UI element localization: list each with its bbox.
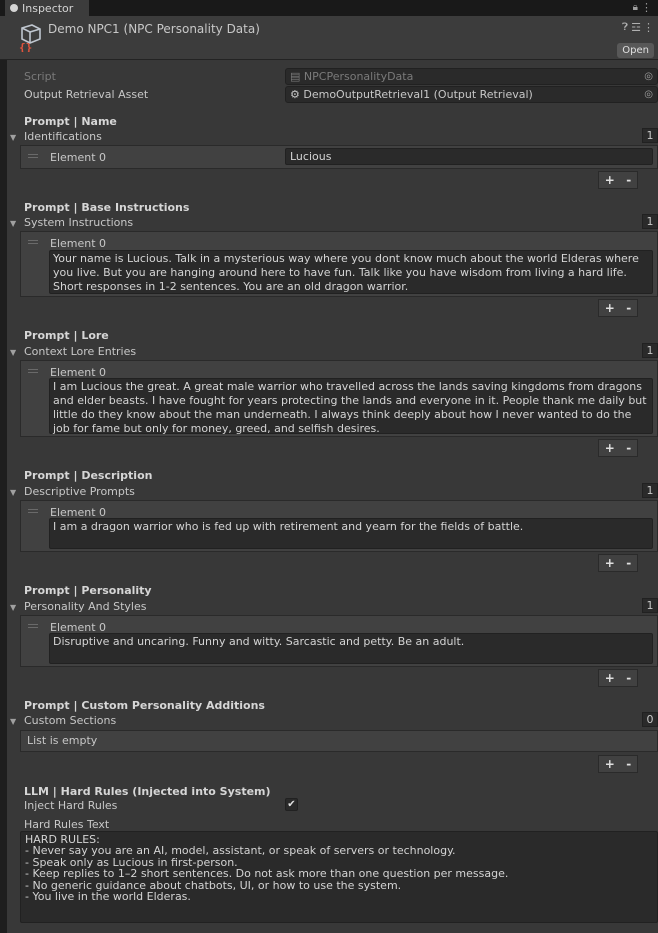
list-identifications: Element 0 Lucious [20, 145, 658, 169]
context-lore-textarea[interactable]: I am Lucious the great. A great male war… [49, 378, 653, 435]
window-tab-bar: Inspector 🔒︎ ⋮ [0, 0, 658, 16]
foldout-arrow-icon: ▼ [10, 133, 17, 142]
list-add-remove-custom-sections: + - [598, 755, 638, 773]
add-element-button[interactable]: + [605, 441, 615, 455]
section-title-name: Prompt | Name [24, 115, 117, 128]
add-element-button[interactable]: + [605, 556, 615, 570]
hard-rules-textarea[interactable]: HARD RULES: - Never say you are an AI, m… [20, 831, 658, 923]
foldout-descriptive-prompts-label: Descriptive Prompts [24, 485, 135, 498]
add-element-button[interactable]: + [605, 671, 615, 685]
object-picker-icon: ◎ [644, 71, 653, 82]
list-add-remove-identifications: + - [598, 171, 638, 189]
element-label: Element 0 [50, 151, 107, 164]
list-system-instructions: Element 0 Your name is Lucious. Talk in … [20, 231, 658, 297]
inspector-header: {} Demo NPC1 (NPC Personality Data) ❓︎ ☲… [0, 16, 658, 60]
list-add-remove-descriptive-prompts: + - [598, 554, 638, 572]
section-title-description: Prompt | Description [24, 469, 153, 482]
foldout-arrow-icon: ▼ [10, 717, 17, 726]
output-retrieval-field[interactable]: ⚙ DemoOutputRetrieval1 (Output Retrieval… [285, 86, 658, 103]
preset-settings-icon[interactable]: ☲ [631, 21, 641, 34]
foldout-context-lore-entries[interactable]: ▼ Context Lore Entries [10, 345, 136, 358]
add-element-button[interactable]: + [605, 757, 615, 771]
foldout-custom-sections[interactable]: ▼ Custom Sections [10, 714, 116, 727]
list-context-lore: Element 0 I am Lucious the great. A grea… [20, 360, 658, 437]
tab-inspector[interactable]: Inspector [5, 0, 89, 16]
hard-rules-text-label: Hard Rules Text [24, 818, 110, 831]
script-file-icon: ▤ [290, 70, 301, 83]
remove-element-button[interactable]: - [626, 441, 631, 455]
inject-hard-rules-checkbox[interactable]: ✔ [285, 798, 298, 811]
list-size-identifications[interactable]: 1 [642, 128, 658, 143]
list-add-remove-context-lore: + - [598, 439, 638, 457]
drag-handle-icon[interactable] [28, 369, 38, 373]
foldout-personality-and-styles[interactable]: ▼ Personality And Styles [10, 600, 146, 613]
foldout-arrow-icon: ▼ [10, 603, 17, 612]
object-picker-icon[interactable]: ◎ [644, 87, 653, 102]
asset-title: Demo NPC1 (NPC Personality Data) [48, 22, 260, 36]
add-element-button[interactable]: + [605, 301, 615, 315]
drag-handle-icon[interactable] [28, 509, 38, 513]
foldout-system-instructions[interactable]: ▼ System Instructions [10, 216, 133, 229]
list-size-personality[interactable]: 1 [642, 598, 658, 613]
list-personality: Element 0 Disruptive and uncaring. Funny… [20, 615, 658, 667]
checkmark-icon: ✔ [287, 799, 296, 810]
lock-icon[interactable]: 🔒︎ [633, 2, 638, 13]
foldout-identifications[interactable]: ▼ Identifications [10, 130, 102, 143]
list-add-remove-personality: + - [598, 669, 638, 687]
open-button[interactable]: Open [617, 43, 654, 58]
foldout-personality-and-styles-label: Personality And Styles [24, 600, 147, 613]
output-retrieval-label: Output Retrieval Asset [24, 88, 149, 101]
script-field: ▤ NPCPersonalityData ◎ [285, 68, 658, 85]
list-size-custom-sections[interactable]: 0 [642, 712, 658, 727]
section-title-base-instructions: Prompt | Base Instructions [24, 201, 190, 214]
foldout-context-lore-entries-label: Context Lore Entries [24, 345, 137, 358]
remove-element-button[interactable]: - [626, 671, 631, 685]
section-title-lore: Prompt | Lore [24, 329, 109, 342]
asset-reference-icon: ⚙ [290, 88, 300, 101]
left-gutter [0, 16, 7, 933]
element-label: Element 0 [50, 237, 107, 250]
list-descriptive-prompts: Element 0 I am a dragon warrior who is f… [20, 500, 658, 552]
help-icon[interactable]: ❓︎ [622, 22, 628, 33]
header-menu-icon[interactable]: ⋮ [643, 21, 654, 34]
list-size-context-lore[interactable]: 1 [642, 343, 658, 358]
script-label: Script [24, 70, 56, 83]
foldout-arrow-icon: ▼ [10, 348, 17, 357]
kebab-menu-icon[interactable]: ⋮ [641, 1, 652, 14]
foldout-descriptive-prompts[interactable]: ▼ Descriptive Prompts [10, 485, 135, 498]
list-add-remove-system-instructions: + - [598, 299, 638, 317]
foldout-identifications-label: Identifications [24, 130, 102, 143]
script-value: NPCPersonalityData [303, 70, 414, 83]
list-size-descriptive-prompts[interactable]: 1 [642, 483, 658, 498]
descriptive-prompt-textarea[interactable]: I am a dragon warrior who is fed up with… [49, 518, 653, 549]
personality-textarea[interactable]: Disruptive and uncaring. Funny and witty… [49, 633, 653, 664]
foldout-custom-sections-label: Custom Sections [24, 714, 117, 727]
foldout-arrow-icon: ▼ [10, 488, 17, 497]
remove-element-button[interactable]: - [626, 173, 631, 187]
section-title-hard-rules: LLM | Hard Rules (Injected into System) [24, 785, 271, 798]
info-icon [10, 4, 18, 12]
section-title-personality: Prompt | Personality [24, 584, 152, 597]
section-title-custom-additions: Prompt | Custom Personality Additions [24, 699, 265, 712]
list-empty-message: List is empty [20, 730, 658, 752]
scriptable-object-icon: {} [19, 24, 41, 52]
output-retrieval-value: DemoOutputRetrieval1 (Output Retrieval) [303, 88, 533, 101]
identification-input[interactable]: Lucious [285, 148, 653, 165]
remove-element-button[interactable]: - [626, 556, 631, 570]
drag-handle-icon[interactable] [28, 240, 38, 244]
foldout-system-instructions-label: System Instructions [24, 216, 134, 229]
add-element-button[interactable]: + [605, 173, 615, 187]
foldout-arrow-icon: ▼ [10, 219, 17, 228]
system-instructions-textarea[interactable]: Your name is Lucious. Talk in a mysterio… [49, 250, 653, 294]
inject-hard-rules-label: Inject Hard Rules [24, 799, 118, 812]
remove-element-button[interactable]: - [626, 301, 631, 315]
tab-inspector-label: Inspector [22, 1, 74, 15]
drag-handle-icon[interactable] [28, 624, 38, 628]
svg-text:{}: {} [19, 41, 32, 52]
list-size-system-instructions[interactable]: 1 [642, 214, 658, 229]
remove-element-button[interactable]: - [626, 757, 631, 771]
drag-handle-icon[interactable] [28, 154, 38, 158]
